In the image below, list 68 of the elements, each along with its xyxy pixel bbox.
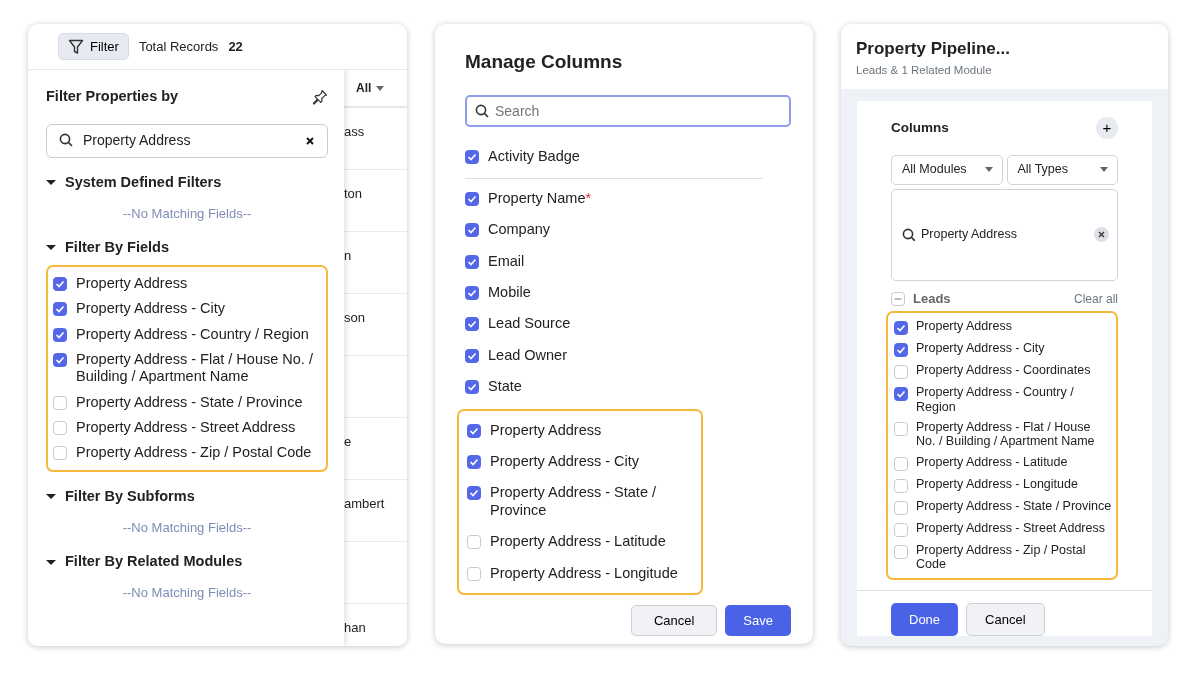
dialog-button[interactable]: Cancel (966, 602, 1045, 636)
dialog-subtitle: Leads & 1 Related Module (856, 62, 993, 78)
option-label: Property Address - Longitude (490, 564, 678, 582)
table-cell: han (344, 604, 407, 646)
table-cell: ambert (344, 480, 407, 542)
section-header[interactable]: Filter By Fields (46, 237, 328, 259)
option-label: Property Address - City (76, 300, 226, 318)
clear-all-link[interactable]: Clear all (1074, 289, 1118, 308)
option-label: Property Address - Flat / House No. / Building / Apartment Name (76, 350, 314, 386)
dropdown[interactable]: All Types (1006, 154, 1118, 185)
group-label: Leads (913, 289, 952, 308)
panel-title: Filter Properties by (46, 87, 179, 106)
table-cell: ass (344, 108, 407, 170)
dropdown-value: All Modules (902, 161, 967, 179)
table-cell: son (344, 294, 407, 356)
option-label: Property Address - State / Province (76, 393, 303, 412)
option-label: Property Address - Zip / Postal Code (76, 444, 312, 462)
option-label: Property Address - City (916, 341, 1045, 356)
option-label: Property Address - State / Province (490, 484, 658, 520)
section-header[interactable]: System Defined Filters (46, 171, 328, 194)
option-label: Lead Source (488, 315, 571, 333)
table-cell: ton (344, 170, 407, 232)
option-label: Property Address - State / Province (916, 498, 1112, 514)
dialog-button[interactable]: Done (891, 602, 959, 636)
option-label: Property Address - Country / Region (916, 385, 1075, 414)
dropdown[interactable]: All Modules (891, 154, 1003, 185)
search-field[interactable]: Property Address (46, 123, 328, 158)
option-label: Property Address - Coordinates (916, 363, 1091, 378)
dialog-button[interactable]: Cancel (630, 604, 718, 637)
search-field[interactable]: Property Address (891, 188, 1118, 281)
filter-button[interactable]: Filter (58, 32, 129, 61)
option-label: State (488, 378, 522, 396)
dialog-title: Manage Columns (465, 50, 624, 74)
section-title: Columns (891, 118, 949, 137)
option-label: Property Address - Longitude (916, 476, 1078, 492)
option-label: Property Address - Latitude (916, 454, 1068, 470)
option-label: Property Address (490, 421, 602, 439)
table-cell: n (344, 232, 407, 294)
empty-message: --No Matching Fields-- (121, 518, 253, 537)
table-cell: e (344, 418, 407, 480)
required-mark: * (585, 189, 592, 208)
total-records-count: 22 (228, 37, 243, 56)
total-records-label: Total Records (138, 37, 219, 56)
option-label: Property Address - Zip / Postal Code (916, 542, 1087, 572)
dialog-button[interactable]: Save (725, 604, 791, 637)
empty-message: --No Matching Fields-- (121, 204, 253, 223)
empty-message: --No Matching Fields-- (121, 583, 253, 602)
option-label: Property Address (916, 319, 1012, 334)
option-label: Company (488, 221, 551, 239)
search-field[interactable]: Search (465, 94, 791, 127)
option-label: Activity Badge (488, 147, 580, 165)
add-button[interactable]: + (1096, 116, 1118, 139)
column-header[interactable]: All (344, 70, 407, 108)
section-header[interactable]: Filter By Subforms (46, 485, 328, 508)
option-label: Email (488, 252, 525, 271)
option-label: Property Address - City (490, 453, 640, 471)
option-label: Property Address (76, 274, 188, 293)
section-header[interactable]: Filter By Related Modules (46, 551, 328, 573)
dialog-title: Property Pipeline... (856, 38, 1011, 60)
option-label: Property Address - Street Address (76, 419, 296, 437)
option-label: Property Name (488, 189, 586, 208)
option-label: Lead Owner (488, 346, 567, 365)
option-label: Property Address - Latitude (490, 533, 666, 551)
dropdown-value: All Types (1017, 161, 1068, 179)
option-label: Property Address - Street Address (916, 520, 1105, 536)
option-label: Mobile (488, 284, 531, 302)
option-label: Property Address - Country / Region (76, 325, 309, 343)
option-label: Property Address - Flat / House No. / Building / Apartment Name (916, 420, 1096, 449)
